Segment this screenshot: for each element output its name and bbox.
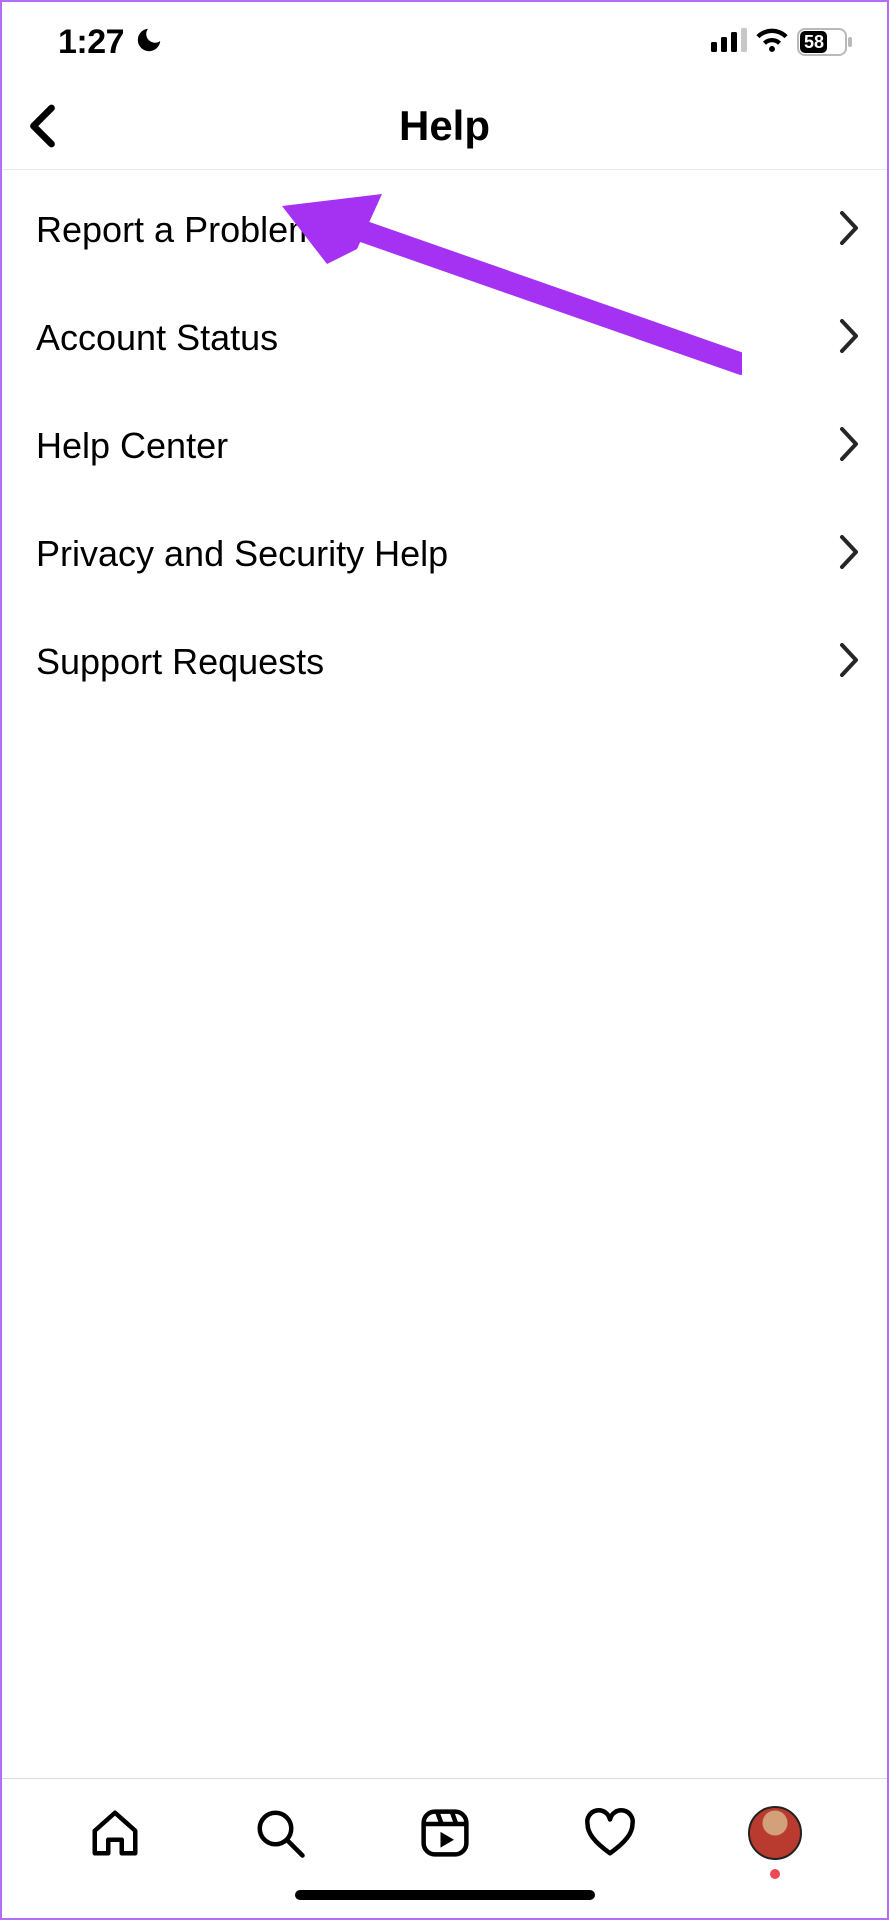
- menu-item-support-requests[interactable]: Support Requests: [2, 608, 887, 716]
- menu-item-report-problem[interactable]: Report a Problem: [2, 176, 887, 284]
- nav-header: Help: [2, 82, 887, 170]
- menu-list: Report a Problem Account Status Help Cen…: [2, 170, 887, 1778]
- battery-percent: 58: [804, 32, 824, 52]
- tab-profile[interactable]: [743, 1801, 807, 1865]
- menu-item-label: Report a Problem: [36, 209, 318, 251]
- menu-item-label: Privacy and Security Help: [36, 533, 448, 575]
- moon-icon: [134, 25, 164, 60]
- reels-icon: [418, 1806, 472, 1860]
- page-title: Help: [2, 102, 887, 150]
- menu-item-label: Help Center: [36, 425, 228, 467]
- back-button[interactable]: [14, 96, 74, 156]
- heart-icon: [583, 1806, 637, 1860]
- status-left: 1:27: [58, 23, 164, 62]
- notification-dot-icon: [770, 1869, 780, 1879]
- status-bar: 1:27 58: [2, 2, 887, 82]
- chevron-right-icon: [839, 643, 859, 682]
- tab-reels[interactable]: [413, 1801, 477, 1865]
- chevron-right-icon: [839, 427, 859, 466]
- tab-search[interactable]: [248, 1801, 312, 1865]
- menu-item-help-center[interactable]: Help Center: [2, 392, 887, 500]
- profile-avatar-icon: [748, 1806, 802, 1860]
- menu-item-label: Account Status: [36, 317, 278, 359]
- home-icon: [88, 1806, 142, 1860]
- status-right: 58: [711, 27, 853, 58]
- menu-item-label: Support Requests: [36, 641, 324, 683]
- battery-icon: 58: [797, 28, 853, 56]
- chevron-right-icon: [839, 211, 859, 250]
- menu-item-account-status[interactable]: Account Status: [2, 284, 887, 392]
- chevron-left-icon: [26, 104, 62, 148]
- tab-activity[interactable]: [578, 1801, 642, 1865]
- chevron-right-icon: [839, 319, 859, 358]
- home-indicator: [295, 1890, 595, 1900]
- chevron-right-icon: [839, 535, 859, 574]
- cellular-signal-icon: [711, 28, 747, 57]
- wifi-icon: [755, 27, 789, 58]
- menu-item-privacy-security[interactable]: Privacy and Security Help: [2, 500, 887, 608]
- tab-home[interactable]: [83, 1801, 147, 1865]
- status-time: 1:27: [58, 23, 124, 62]
- search-icon: [253, 1806, 307, 1860]
